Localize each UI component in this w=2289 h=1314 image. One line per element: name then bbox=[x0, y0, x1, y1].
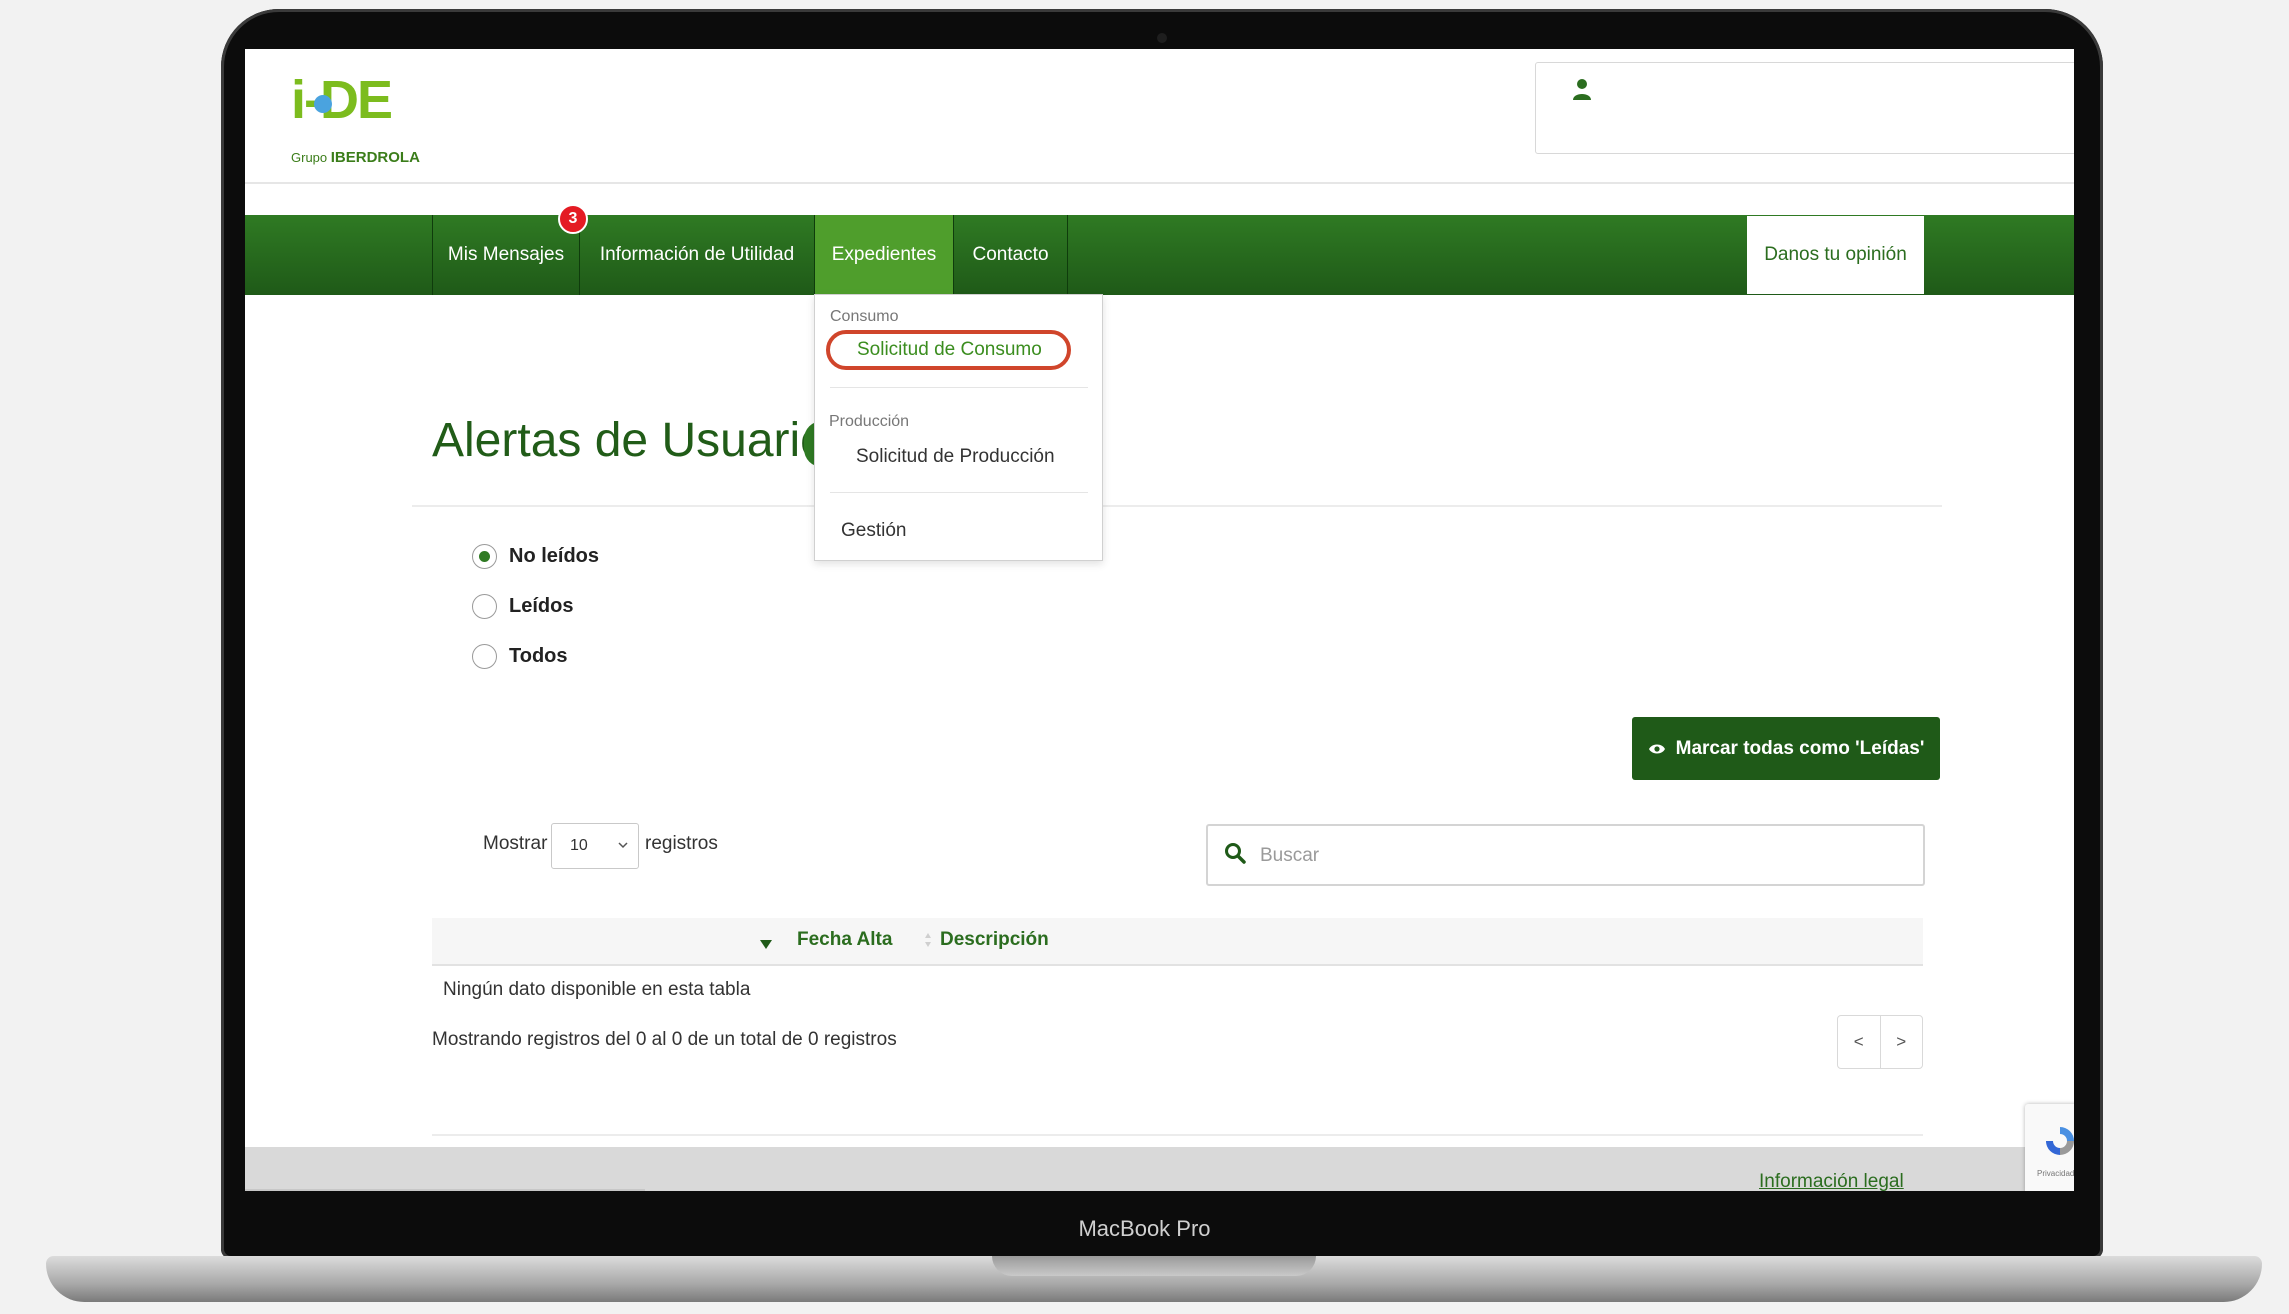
filter-no-leidos[interactable]: No leídos bbox=[472, 544, 599, 569]
column-descripcion[interactable]: Descripción bbox=[940, 929, 1049, 951]
eye-icon bbox=[1648, 744, 1665, 753]
nav-contacto-label: Contacto bbox=[972, 244, 1049, 265]
menu-item-gestion[interactable]: Gestión bbox=[841, 520, 906, 542]
browser-screen: i-DE Grupo IBERDROLA Mis Mensajes Inform… bbox=[245, 49, 2074, 1191]
page-length-select[interactable]: 10 bbox=[551, 823, 639, 869]
page-length-value: 10 bbox=[570, 837, 588, 854]
camera-icon bbox=[1157, 33, 1167, 43]
filter-todos[interactable]: Todos bbox=[472, 644, 568, 669]
pagination: < > bbox=[1837, 1015, 1923, 1069]
filter-no-leidos-label: No leídos bbox=[509, 545, 600, 567]
sort-icon[interactable] bbox=[923, 928, 933, 952]
radio-todos[interactable] bbox=[472, 644, 497, 669]
dropdown-section-consumo: Consumo bbox=[830, 308, 899, 325]
logo-subtitle: Grupo IBERDROLA bbox=[291, 149, 420, 166]
menu-item-solicitud-consumo[interactable]: Solicitud de Consumo bbox=[857, 339, 1042, 361]
recaptcha-badge[interactable]: Privacidad bbox=[2025, 1104, 2074, 1191]
search-icon bbox=[1225, 843, 1246, 864]
expedientes-dropdown: Consumo Solicitud de Consumo Producción … bbox=[814, 294, 1103, 561]
messages-count-badge: 3 bbox=[558, 204, 588, 234]
filter-todos-label: Todos bbox=[509, 645, 568, 667]
radio-leidos[interactable] bbox=[472, 594, 497, 619]
recaptcha-privacy-text[interactable]: Privacidad bbox=[2037, 1169, 2074, 1178]
title-divider bbox=[412, 505, 1942, 507]
footer-shade bbox=[245, 1189, 645, 1191]
dropdown-divider bbox=[830, 492, 1088, 493]
recaptcha-icon bbox=[2046, 1127, 2074, 1155]
laptop-notch bbox=[992, 1256, 1316, 1276]
header-divider bbox=[245, 182, 2074, 184]
menu-item-solicitud-produccion[interactable]: Solicitud de Producción bbox=[856, 446, 1055, 468]
mark-all-read-label: Marcar todas como 'Leídas' bbox=[1675, 737, 1925, 759]
filter-leidos[interactable]: Leídos bbox=[472, 594, 573, 619]
dropdown-section-produccion: Producción bbox=[829, 413, 910, 430]
pager-next-button[interactable]: > bbox=[1881, 1016, 1923, 1068]
page-title: Alertas de Usuario bbox=[432, 414, 827, 467]
user-panel[interactable] bbox=[1535, 62, 2074, 154]
legal-link[interactable]: Información legal bbox=[1759, 1171, 1904, 1191]
device-stage: MacBook Pro i-DE Grupo IBERDROLA Mis Men… bbox=[0, 0, 2289, 1314]
filter-leidos-label: Leídos bbox=[509, 595, 574, 617]
radio-no-leidos[interactable] bbox=[472, 544, 497, 569]
length-prefix: Mostrar bbox=[483, 833, 548, 854]
globe-icon bbox=[314, 95, 332, 113]
logo-sub-prefix: Grupo bbox=[291, 150, 328, 165]
table-empty-message: Ningún dato disponible en esta tabla bbox=[443, 979, 751, 1000]
nav-informacion-utilidad-label: Información de Utilidad bbox=[599, 244, 795, 265]
logo-wordmark: i-DE bbox=[291, 70, 393, 130]
table-info: Mostrando registros del 0 al 0 de un tot… bbox=[432, 1029, 897, 1050]
pager-prev-button[interactable]: < bbox=[1838, 1016, 1881, 1068]
nav-mis-mensajes[interactable]: Mis Mensajes bbox=[432, 215, 580, 295]
nav-expedientes-label: Expedientes bbox=[831, 244, 937, 265]
mark-all-read-button[interactable]: Marcar todas como 'Leídas' bbox=[1632, 717, 1940, 780]
dropdown-divider bbox=[830, 387, 1088, 388]
logo-sub-brand: IBERDROLA bbox=[330, 149, 420, 166]
search-field[interactable]: Buscar bbox=[1206, 824, 1925, 886]
search-placeholder: Buscar bbox=[1260, 845, 1320, 866]
feedback-button[interactable]: Danos tu opinión bbox=[1747, 216, 1924, 294]
nav-expedientes[interactable]: Expedientes bbox=[814, 215, 954, 295]
nav-informacion-utilidad[interactable]: Información de Utilidad bbox=[579, 215, 815, 295]
device-brand-label: MacBook Pro bbox=[1078, 1216, 1211, 1241]
nav-mis-mensajes-label: Mis Mensajes bbox=[447, 244, 565, 265]
user-icon[interactable] bbox=[1571, 77, 1593, 101]
content-divider bbox=[432, 1134, 1923, 1136]
column-fecha-alta[interactable]: Fecha Alta bbox=[797, 929, 892, 951]
length-suffix: registros bbox=[645, 833, 718, 854]
chevron-down-icon bbox=[618, 842, 628, 849]
table-header: Fecha Alta Descripción bbox=[432, 918, 1923, 966]
sort-descending-icon[interactable] bbox=[759, 938, 773, 950]
nav-contacto[interactable]: Contacto bbox=[953, 215, 1068, 295]
site-logo[interactable]: i-DE Grupo IBERDROLA bbox=[291, 69, 431, 166]
